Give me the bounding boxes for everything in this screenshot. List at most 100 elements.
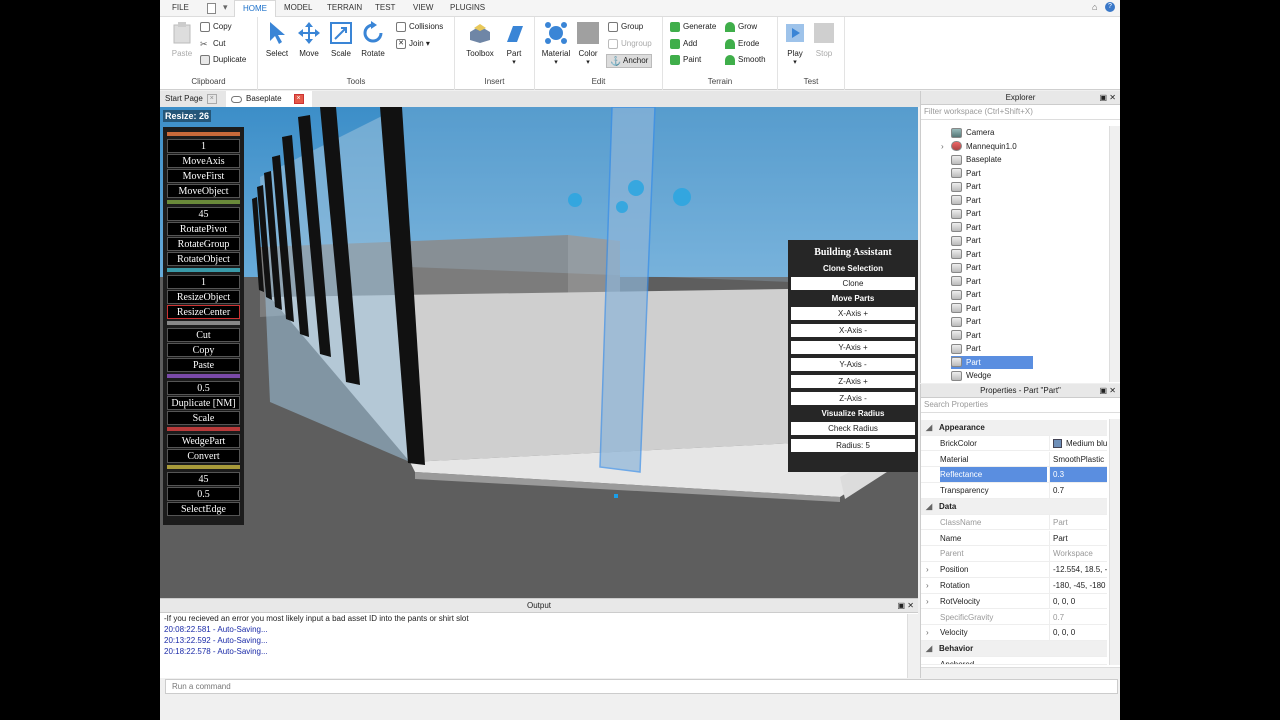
edge-increment-value[interactable]: 0.5 (167, 487, 240, 501)
property-row[interactable]: Reflectance 0.3 (921, 467, 1107, 484)
check-radius-button[interactable]: Check Radius (791, 422, 915, 435)
close-icon[interactable]: ✕ (907, 601, 914, 610)
tab-test[interactable]: TEST (375, 3, 395, 12)
close-icon[interactable]: ✕ (1109, 386, 1116, 395)
3d-viewport[interactable]: Resize: 26 1 MoveAxis MoveFirst MoveObje… (160, 107, 918, 598)
explorer-item[interactable]: Part (951, 180, 1101, 193)
moveobject-button[interactable]: MoveObject (167, 184, 240, 198)
edge-angle-value[interactable]: 45 (167, 472, 240, 486)
explorer-item[interactable]: Part (951, 355, 1033, 369)
tab-plugins[interactable]: PLUGINS (450, 3, 485, 12)
collapse-ribbon-icon[interactable]: ⌂ (1092, 2, 1097, 12)
y-axis-minus-button[interactable]: Y-Axis - (791, 358, 915, 371)
property-category-behavior[interactable]: ◢ Behavior (921, 641, 1107, 657)
scale-hotkey-button[interactable]: Scale (167, 411, 240, 425)
expand-chevron-icon[interactable]: › (941, 140, 944, 153)
radius-input[interactable]: Radius: 5 (791, 439, 915, 452)
property-value[interactable]: -180, -45, -180 (1049, 578, 1107, 593)
explorer-item[interactable]: Part (951, 234, 1101, 247)
property-value[interactable]: 0, 0, 0 (1049, 625, 1107, 641)
duplicate-increment[interactable]: 0.5 (167, 381, 240, 395)
rotate-increment[interactable]: 45 (167, 207, 240, 221)
new-file-icon[interactable] (207, 3, 216, 14)
tab-view[interactable]: VIEW (413, 3, 433, 12)
property-row-anchored[interactable]: Anchored (921, 657, 1107, 665)
stop-button[interactable]: Stop (811, 21, 837, 58)
scale-button[interactable]: Scale (328, 21, 354, 58)
property-value[interactable]: Part (1049, 514, 1107, 530)
explorer-item[interactable]: Part (951, 342, 1101, 355)
tab-baseplate[interactable]: Baseplate × (226, 91, 312, 107)
expand-chevron-icon[interactable]: › (926, 594, 929, 609)
y-axis-plus-button[interactable]: Y-Axis + (791, 341, 915, 354)
duplicate-button[interactable]: Duplicate (200, 55, 246, 65)
collapse-triangle-icon[interactable]: ◢ (926, 499, 932, 514)
part-button[interactable]: Part ▾ (501, 21, 527, 66)
rotatepivot-button[interactable]: RotatePivot (167, 222, 240, 236)
property-value[interactable]: 0, 0, 0 (1049, 593, 1107, 609)
explorer-item[interactable]: Part (951, 221, 1101, 234)
explorer-item[interactable]: Part (951, 275, 1101, 288)
moveaxis-button[interactable]: MoveAxis (167, 154, 240, 168)
tab-terrain[interactable]: TERRAIN (327, 3, 362, 12)
collapse-triangle-icon[interactable]: ◢ (926, 641, 932, 656)
z-axis-plus-button[interactable]: Z-Axis + (791, 375, 915, 388)
copy-button[interactable]: Copy (200, 22, 232, 32)
property-row[interactable]: › RotVelocity 0, 0, 0 (921, 593, 1107, 610)
explorer-item[interactable]: Wedge (951, 369, 1101, 382)
file-menu[interactable]: FILE (172, 3, 189, 12)
toolbox-button[interactable]: Toolbox (463, 21, 497, 58)
properties-scrollbar[interactable] (1109, 419, 1120, 665)
move-increment[interactable]: 1 (167, 139, 240, 153)
explorer-item[interactable]: Baseplate (951, 153, 1101, 166)
tab-start-page[interactable]: Start Page × (160, 91, 222, 107)
rotateobject-button[interactable]: RotateObject (167, 252, 240, 266)
property-row[interactable]: Material SmoothPlastic (921, 451, 1107, 468)
explorer-item[interactable]: Part (951, 302, 1101, 315)
explorer-item[interactable]: Part (951, 261, 1101, 274)
cut-button[interactable]: ✂ Cut (200, 39, 225, 49)
explorer-item[interactable]: Part (951, 167, 1101, 180)
x-axis-plus-button[interactable]: X-Axis + (791, 307, 915, 320)
explorer-item[interactable]: Part (951, 329, 1101, 342)
close-icon[interactable]: × (206, 94, 217, 104)
play-dropdown-icon[interactable]: ▾ (782, 58, 808, 66)
smooth-button[interactable]: Smooth (725, 55, 766, 65)
properties-hscrollbar[interactable] (921, 667, 1120, 678)
property-value[interactable]: Part (1049, 530, 1107, 546)
cut-hotkey-button[interactable]: Cut (167, 328, 240, 342)
convert-button[interactable]: Convert (167, 449, 240, 463)
property-row[interactable]: › Velocity 0, 0, 0 (921, 625, 1107, 642)
add-button[interactable]: Add (670, 39, 697, 49)
explorer-item[interactable]: Part (951, 248, 1101, 261)
clone-button[interactable]: Clone (791, 277, 915, 290)
explorer-item[interactable]: Part (951, 288, 1101, 301)
copy-hotkey-button[interactable]: Copy (167, 343, 240, 357)
material-button[interactable]: Material ▾ (539, 21, 573, 66)
expand-chevron-icon[interactable]: › (926, 578, 929, 593)
resize-increment[interactable]: 1 (167, 275, 240, 289)
erode-button[interactable]: Erode (725, 39, 759, 49)
help-icon[interactable]: ? (1105, 2, 1115, 12)
generate-button[interactable]: Generate (670, 22, 716, 32)
x-axis-minus-button[interactable]: X-Axis - (791, 324, 915, 337)
paste-hotkey-button[interactable]: Paste (167, 358, 240, 372)
grow-button[interactable]: Grow (725, 22, 757, 32)
property-row[interactable]: Transparency 0.7 (921, 483, 1107, 499)
wedgepart-button[interactable]: WedgePart (167, 434, 240, 448)
paste-button[interactable]: Paste (168, 21, 196, 58)
tab-home[interactable]: HOME (234, 0, 276, 17)
color-button[interactable]: Color ▾ (575, 21, 601, 66)
close-icon[interactable]: × (293, 94, 304, 104)
paint-button[interactable]: Paint (670, 55, 701, 65)
property-row[interactable]: › Position -12.554, 18.5, -0 (921, 562, 1107, 578)
selectedge-button[interactable]: SelectEdge (167, 502, 240, 516)
explorer-item[interactable]: Part (951, 207, 1101, 220)
part-dropdown-icon[interactable]: ▾ (501, 58, 527, 66)
rotategroup-button[interactable]: RotateGroup (167, 237, 240, 251)
explorer-item[interactable]: › Mannequin1.0 (941, 140, 1101, 153)
property-row[interactable]: Name Part (921, 530, 1107, 547)
property-row[interactable]: ClassName Part (921, 514, 1107, 531)
property-row[interactable]: BrickColor Medium blu (921, 435, 1107, 452)
anchor-toggle[interactable]: ⚓ Anchor (606, 54, 653, 68)
